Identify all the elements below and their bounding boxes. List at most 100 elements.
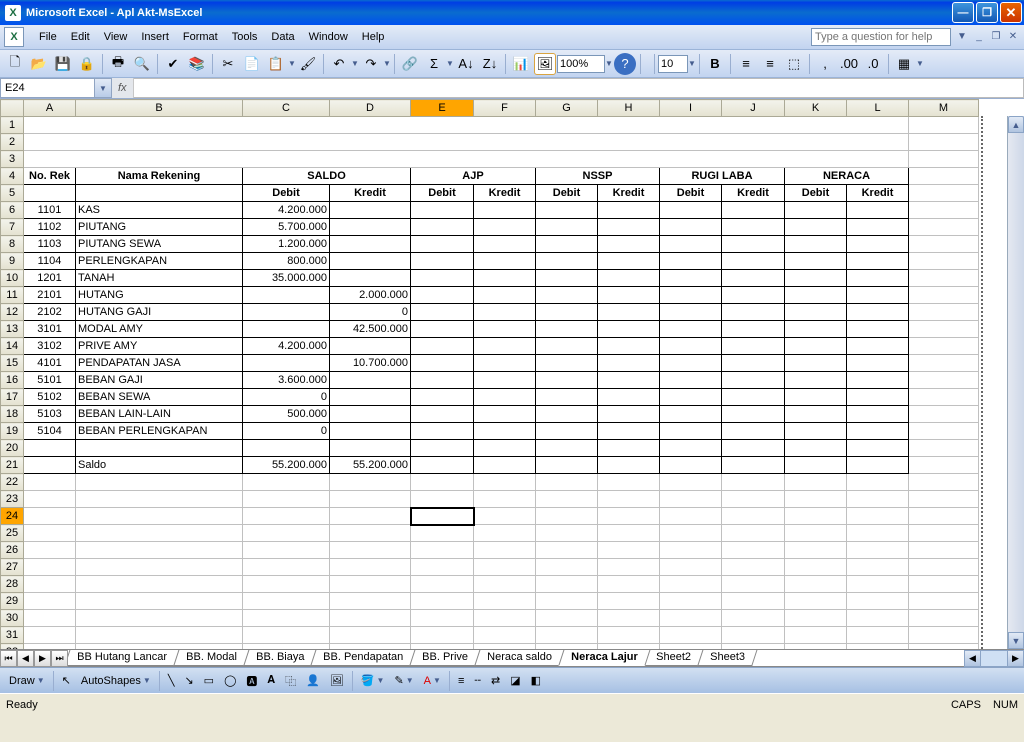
cell-B4[interactable]: Nama Rekening	[76, 168, 243, 185]
cell-I4[interactable]: RUGI LABA	[660, 168, 785, 185]
cell-J11[interactable]	[722, 287, 785, 304]
comma-style-icon[interactable]: ,	[814, 53, 836, 75]
cell-G23[interactable]	[536, 491, 598, 508]
cell-J27[interactable]	[722, 559, 785, 576]
row-header-17[interactable]: 17	[1, 389, 24, 406]
cell-E29[interactable]	[411, 593, 474, 610]
cell-A17[interactable]: 5102	[24, 389, 76, 406]
cell-M17[interactable]	[909, 389, 979, 406]
row-header-24[interactable]: 24	[1, 508, 24, 525]
cell-J9[interactable]	[722, 253, 785, 270]
clipart-icon[interactable]: 👤	[301, 671, 325, 690]
cell-L14[interactable]	[847, 338, 909, 355]
sort-desc-icon[interactable]: Z↓	[479, 53, 501, 75]
cell-L26[interactable]	[847, 542, 909, 559]
cell-A31[interactable]	[24, 627, 76, 644]
cell-A14[interactable]: 3102	[24, 338, 76, 355]
cell-J6[interactable]	[722, 202, 785, 219]
minimize-button[interactable]: —	[952, 2, 974, 23]
cell-E24[interactable]	[411, 508, 474, 525]
cell-L23[interactable]	[847, 491, 909, 508]
cell-I19[interactable]	[660, 423, 722, 440]
format-painter-icon[interactable]: 🖌	[297, 53, 319, 75]
drawing-toggle-icon[interactable]: 🖼	[534, 53, 556, 75]
cell-A3[interactable]	[24, 151, 909, 168]
cell-A7[interactable]: 1102	[24, 219, 76, 236]
cell-C8[interactable]: 1.200.000	[243, 236, 330, 253]
cell-M4[interactable]	[909, 168, 979, 185]
cell-K17[interactable]	[785, 389, 847, 406]
cell-I11[interactable]	[660, 287, 722, 304]
row-header-23[interactable]: 23	[1, 491, 24, 508]
cell-E27[interactable]	[411, 559, 474, 576]
cell-M31[interactable]	[909, 627, 979, 644]
cell-J25[interactable]	[722, 525, 785, 542]
cell-H32[interactable]	[598, 644, 660, 650]
cell-D15[interactable]: 10.700.000	[330, 355, 411, 372]
cell-K7[interactable]	[785, 219, 847, 236]
cell-L16[interactable]	[847, 372, 909, 389]
font-size-box[interactable]: 10	[658, 55, 688, 73]
column-header-I[interactable]: I	[660, 100, 722, 117]
cell-J16[interactable]	[722, 372, 785, 389]
cell-L19[interactable]	[847, 423, 909, 440]
cell-M10[interactable]	[909, 270, 979, 287]
cell-C14[interactable]: 4.200.000	[243, 338, 330, 355]
doc-minimize-button[interactable]: _	[972, 30, 986, 44]
cell-B10[interactable]: TANAH	[76, 270, 243, 287]
cell-M29[interactable]	[909, 593, 979, 610]
cell-L25[interactable]	[847, 525, 909, 542]
cell-A2[interactable]	[24, 134, 909, 151]
cell-A1[interactable]	[24, 117, 909, 134]
cell-G6[interactable]	[536, 202, 598, 219]
cell-G22[interactable]	[536, 474, 598, 491]
cell-I20[interactable]	[660, 440, 722, 457]
maximize-button[interactable]: ❐	[976, 2, 998, 23]
undo-icon[interactable]: ↶	[328, 53, 350, 75]
row-header-16[interactable]: 16	[1, 372, 24, 389]
cell-C24[interactable]	[243, 508, 330, 525]
cell-A18[interactable]: 5103	[24, 406, 76, 423]
cell-G14[interactable]	[536, 338, 598, 355]
cell-B24[interactable]	[76, 508, 243, 525]
cell-H7[interactable]	[598, 219, 660, 236]
cell-A19[interactable]: 5104	[24, 423, 76, 440]
cell-H6[interactable]	[598, 202, 660, 219]
cell-D5[interactable]: Kredit	[330, 185, 411, 202]
cell-G11[interactable]	[536, 287, 598, 304]
cell-C4[interactable]: SALDO	[243, 168, 411, 185]
name-box-dropdown-icon[interactable]: ▼	[95, 78, 112, 98]
cell-I23[interactable]	[660, 491, 722, 508]
cell-E8[interactable]	[411, 236, 474, 253]
undo-dropdown-icon[interactable]: ▼	[351, 59, 359, 68]
row-header-21[interactable]: 21	[1, 457, 24, 474]
cell-K12[interactable]	[785, 304, 847, 321]
cell-F16[interactable]	[474, 372, 536, 389]
hyperlink-icon[interactable]: 🔗	[399, 53, 421, 75]
align-left-icon[interactable]: ≡	[735, 53, 757, 75]
cell-I31[interactable]	[660, 627, 722, 644]
cell-B17[interactable]: BEBAN SEWA	[76, 389, 243, 406]
cell-A10[interactable]: 1201	[24, 270, 76, 287]
cell-D14[interactable]	[330, 338, 411, 355]
line-icon[interactable]: ╲	[163, 671, 180, 690]
cell-H14[interactable]	[598, 338, 660, 355]
cell-I17[interactable]	[660, 389, 722, 406]
cell-I27[interactable]	[660, 559, 722, 576]
cell-H5[interactable]: Kredit	[598, 185, 660, 202]
column-header-J[interactable]: J	[722, 100, 785, 117]
cell-C28[interactable]	[243, 576, 330, 593]
column-header-M[interactable]: M	[909, 100, 979, 117]
cell-F22[interactable]	[474, 474, 536, 491]
cell-M14[interactable]	[909, 338, 979, 355]
row-header-12[interactable]: 12	[1, 304, 24, 321]
cell-M6[interactable]	[909, 202, 979, 219]
cell-B6[interactable]: KAS	[76, 202, 243, 219]
cell-F17[interactable]	[474, 389, 536, 406]
rectangle-icon[interactable]: ▭	[199, 671, 219, 690]
cell-L6[interactable]	[847, 202, 909, 219]
cell-H11[interactable]	[598, 287, 660, 304]
cell-F6[interactable]	[474, 202, 536, 219]
cell-H19[interactable]	[598, 423, 660, 440]
cell-E6[interactable]	[411, 202, 474, 219]
